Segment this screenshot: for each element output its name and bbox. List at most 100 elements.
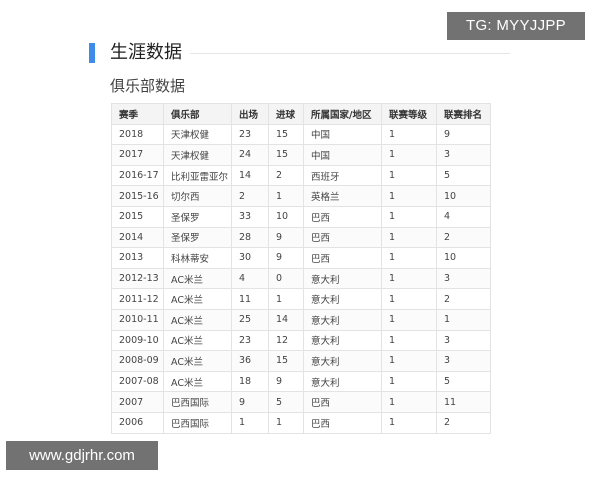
table-cell: 1 [381, 288, 437, 310]
table-cell: 1 [381, 411, 437, 434]
table-cell: 意大利 [303, 288, 382, 310]
table-cell: 巴西国际 [163, 391, 232, 413]
watermark-top: TG: MYYJJPP [447, 12, 585, 40]
table-cell: 1 [381, 350, 437, 372]
table-cell: 9 [268, 247, 304, 269]
table-row: 2013 科林蒂安 30 9 巴西 1 10 [111, 247, 491, 269]
table-cell: 西班牙 [303, 164, 382, 187]
table-cell: 4 [436, 205, 491, 228]
table-cell: 1 [381, 164, 437, 187]
table-cell: 18 [231, 370, 269, 393]
table-cell: 1 [381, 329, 437, 352]
table-row: 2016-17 比利亚雷亚尔 14 2 西班牙 1 5 [111, 164, 491, 187]
table-cell: 36 [231, 350, 269, 372]
table-cell: 1 [381, 247, 437, 269]
table-cell: 巴西国际 [163, 411, 232, 434]
table-cell: 2 [436, 288, 491, 310]
table-cell: 2 [436, 226, 491, 249]
table-cell: 10 [436, 185, 491, 207]
column-header: 俱乐部 [163, 103, 232, 125]
table-cell: 意大利 [303, 370, 382, 393]
table-cell: 圣保罗 [163, 226, 232, 249]
table-cell: 意大利 [303, 308, 382, 331]
table-cell: 1 [268, 185, 304, 207]
table-cell: 5 [436, 164, 491, 187]
table-cell: 巴西 [303, 205, 382, 228]
column-header: 出场 [231, 103, 269, 125]
table-row: 2008-09 AC米兰 36 15 意大利 1 3 [111, 350, 491, 372]
table-cell: AC米兰 [163, 288, 232, 310]
table-cell: 1 [268, 411, 304, 434]
table-cell: 10 [436, 247, 491, 269]
table-cell: 23 [231, 123, 269, 146]
table-cell: 25 [231, 308, 269, 331]
table-cell: 意大利 [303, 329, 382, 352]
table-cell: 2014 [111, 226, 164, 249]
section-divider [190, 53, 510, 54]
table-cell: 14 [268, 308, 304, 331]
table-cell: 2 [268, 164, 304, 187]
watermark-bottom: www.gdjrhr.com [6, 441, 158, 470]
table-cell: 9 [268, 226, 304, 249]
table-cell: 2009-10 [111, 329, 164, 352]
table-cell: 2 [231, 185, 269, 207]
table-body: 2018 天津权健 23 15 中国 1 9 2017 天津权健 24 15 中国 1 3 2016-17 比… [111, 123, 491, 434]
table-row: 2011-12 AC米兰 11 1 意大利 1 2 [111, 288, 491, 310]
table-cell: 2008-09 [111, 350, 164, 372]
table-row: 2015 圣保罗 33 10 巴西 1 4 [111, 205, 491, 228]
table-cell: 2007 [111, 391, 164, 413]
table-cell: 9 [268, 370, 304, 393]
table-cell: 2 [436, 411, 491, 434]
table-cell: 巴西 [303, 391, 382, 413]
column-header: 联赛排名 [436, 103, 491, 125]
table-cell: 1 [381, 226, 437, 249]
table-row: 2006 巴西国际 1 1 巴西 1 2 [111, 411, 491, 434]
table-cell: AC米兰 [163, 267, 232, 290]
table-cell: 15 [268, 123, 304, 146]
table-cell: 圣保罗 [163, 205, 232, 228]
section-title: 生涯数据 [110, 42, 182, 63]
table-cell: 意大利 [303, 350, 382, 372]
table-cell: 2011-12 [111, 288, 164, 310]
table-cell: AC米兰 [163, 308, 232, 331]
table-cell: 1 [381, 185, 437, 207]
table-cell: 15 [268, 144, 304, 166]
table-cell: 0 [268, 267, 304, 290]
table-cell: 9 [231, 391, 269, 413]
table-cell: 中国 [303, 144, 382, 166]
table-cell: 12 [268, 329, 304, 352]
table-cell: 3 [436, 144, 491, 166]
table-cell: 1 [381, 391, 437, 413]
table-cell: 3 [436, 267, 491, 290]
table-cell: 1 [436, 308, 491, 331]
table-row: 2009-10 AC米兰 23 12 意大利 1 3 [111, 329, 491, 352]
table-cell: 中国 [303, 123, 382, 146]
table-cell: 科林蒂安 [163, 247, 232, 269]
table-cell: 11 [231, 288, 269, 310]
table-cell: 巴西 [303, 247, 382, 269]
table-cell: 5 [436, 370, 491, 393]
table-row: 2007-08 AC米兰 18 9 意大利 1 5 [111, 370, 491, 393]
table-cell: 10 [268, 205, 304, 228]
table-cell: 2018 [111, 123, 164, 146]
table-cell: 3 [436, 329, 491, 352]
table-cell: 巴西 [303, 411, 382, 434]
table-cell: 11 [436, 391, 491, 413]
table-cell: AC米兰 [163, 370, 232, 393]
table-cell: 5 [268, 391, 304, 413]
table-cell: 1 [231, 411, 269, 434]
table-row: 2017 天津权健 24 15 中国 1 3 [111, 144, 491, 166]
table-row: 2018 天津权健 23 15 中国 1 9 [111, 123, 491, 146]
column-header: 赛季 [111, 103, 164, 125]
table-cell: 3 [436, 350, 491, 372]
table-row: 2007 巴西国际 9 5 巴西 1 11 [111, 391, 491, 413]
table-cell: 天津权健 [163, 123, 232, 146]
table-cell: 1 [381, 144, 437, 166]
table-cell: 28 [231, 226, 269, 249]
table-cell: 24 [231, 144, 269, 166]
table-cell: 30 [231, 247, 269, 269]
table-cell: AC米兰 [163, 350, 232, 372]
table-cell: 1 [381, 205, 437, 228]
table-row: 2015-16 切尔西 2 1 英格兰 1 10 [111, 185, 491, 207]
section-accent-bar [89, 43, 95, 63]
